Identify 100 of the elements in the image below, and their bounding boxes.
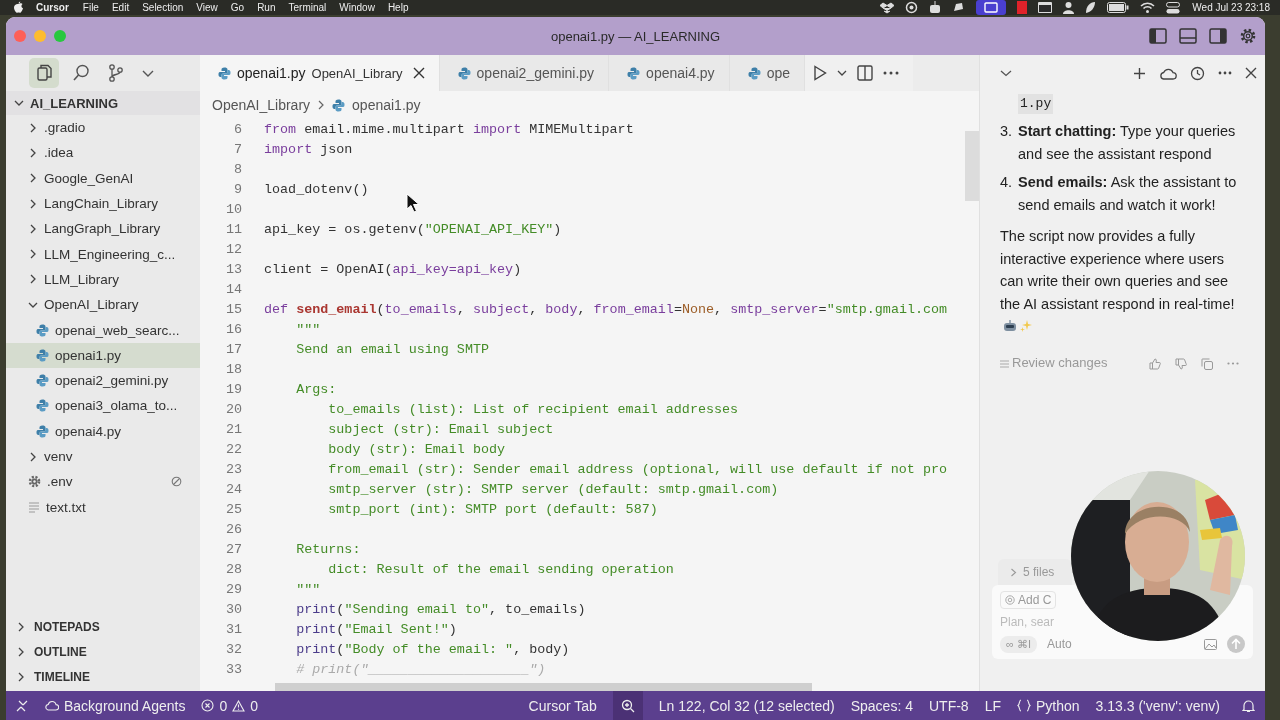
sidebar-section[interactable]: TIMELINE [6, 664, 200, 689]
file-tree-item[interactable]: .env [6, 469, 200, 495]
menu-item[interactable]: Edit [111, 2, 130, 13]
close-icon[interactable] [412, 67, 425, 79]
close-icon[interactable] [1245, 67, 1257, 79]
file-tree-item[interactable]: openai3_olama_to... [6, 393, 200, 419]
breadcrumb-item[interactable]: OpenAI_Library [212, 97, 311, 113]
horizontal-scrollbar-thumb[interactable] [275, 683, 812, 691]
file-tree-label: LangChain_Library [44, 196, 159, 212]
search-icon[interactable] [71, 63, 91, 83]
robot-icon[interactable] [929, 1, 942, 14]
menu-item[interactable]: Selection [142, 2, 184, 13]
status-bar-item[interactable]: LF [984, 697, 1001, 714]
control-center-icon[interactable] [1166, 1, 1181, 14]
file-tree-label: openai3_olama_to... [55, 398, 178, 414]
leaf-icon[interactable] [1085, 1, 1097, 14]
screen-share-icon[interactable] [976, 0, 1007, 15]
window-icon[interactable] [1038, 2, 1053, 13]
window-title: openai1.py — AI_LEARNING [550, 28, 721, 44]
settings-icon[interactable] [1239, 27, 1257, 45]
wifi-icon[interactable] [1140, 2, 1156, 13]
sidebar-section[interactable]: OUTLINE [6, 639, 200, 664]
split-editor-icon[interactable] [857, 65, 873, 81]
prompt-field[interactable]: Plan, sear [1000, 613, 1070, 631]
code-line: smtp_port (int): SMTP port (default: 587) [327, 501, 658, 517]
file-tree-item[interactable]: .idea [6, 140, 200, 166]
history-icon[interactable] [1190, 65, 1205, 81]
menu-item[interactable]: Run [257, 2, 276, 13]
editor-tab[interactable]: openai1.py OpenAI_Library [200, 55, 440, 91]
line-number: 14 [224, 281, 242, 297]
explorer-icon[interactable] [29, 58, 59, 88]
line-number: 11 [224, 221, 242, 237]
menu-item[interactable]: Help [387, 2, 409, 13]
file-tree-item[interactable]: LLM_Engineering_c... [6, 241, 200, 267]
menu-bar-clock[interactable]: Wed Jul 23 23:18 [1192, 2, 1270, 13]
file-tree-item[interactable]: openai4.py [6, 418, 200, 444]
file-tree-item[interactable]: openai_web_searc... [6, 317, 200, 343]
problems-button[interactable]: 0 0 [201, 697, 258, 714]
toggle-secondary-sidebar-icon[interactable] [1209, 28, 1227, 44]
status-bar-item[interactable]: Ln 122, Col 32 (12 selected) [658, 697, 835, 714]
list-item-text: Send emails: Ask the assistant to send emails and watch it work! [1018, 173, 1238, 216]
menu-item[interactable]: View [196, 2, 218, 13]
thumbs-down-icon[interactable] [1175, 357, 1187, 370]
plus-icon[interactable] [1133, 66, 1146, 80]
menu-item[interactable]: File [82, 2, 99, 13]
menu-app-name[interactable]: Cursor [36, 2, 69, 13]
box-icon[interactable] [880, 1, 895, 14]
tab-label: openai1.py [237, 65, 306, 81]
cloud-icon[interactable] [1159, 66, 1177, 80]
run-icon[interactable] [813, 65, 827, 81]
code-line: to_emails (list): List of recipient email addresses [327, 401, 739, 417]
record-icon[interactable] [1017, 1, 1028, 14]
scrollbar-thumb[interactable] [965, 131, 979, 201]
file-tree-item[interactable]: text.txt [6, 494, 200, 520]
menu-item[interactable]: Go [230, 2, 245, 13]
file-tree-item[interactable]: LangGraph_Library [6, 216, 200, 242]
file-tree-item[interactable]: Google_GenAI [6, 165, 200, 191]
chevron-down-icon[interactable] [141, 68, 155, 78]
file-tree-item[interactable]: openai1.py [6, 342, 200, 368]
file-tree-item[interactable]: OpenAI_Library [6, 292, 200, 318]
user-icon[interactable] [1063, 1, 1075, 14]
python-icon [332, 98, 346, 112]
file-tree-item[interactable]: .gradio [6, 115, 200, 141]
status-bar-item[interactable]: 3.13.3 ('venv': venv) [1095, 697, 1220, 714]
code-line: # print("____________________") [295, 661, 546, 677]
thumbs-up-icon[interactable] [1149, 357, 1161, 370]
apple-icon[interactable] [13, 1, 24, 14]
line-number: 18 [224, 361, 242, 377]
battery-icon[interactable] [1107, 2, 1130, 13]
file-tree-label: openai2_gemini.py [55, 373, 169, 389]
zoom-button[interactable] [612, 691, 643, 720]
image-icon[interactable] [1204, 638, 1217, 650]
file-tree-item[interactable]: venv [6, 443, 200, 470]
line-number: 19 [224, 381, 242, 397]
error-icon [201, 699, 215, 712]
more-icon[interactable] [1218, 71, 1232, 75]
status-bar-item[interactable]: Spaces: 4 [850, 697, 913, 714]
menu-item[interactable]: Window [339, 2, 375, 13]
source-control-icon[interactable] [107, 63, 125, 83]
more-icon[interactable] [883, 71, 899, 75]
file-tree-item[interactable]: openai2_gemini.py [6, 367, 200, 394]
chevron-icon [16, 621, 26, 632]
file-tree-item[interactable]: LangChain_Library [6, 190, 200, 217]
status-bar-item[interactable]: Cursor Tab [528, 697, 597, 714]
remote-icon[interactable] [16, 699, 28, 712]
toggle-panel-icon[interactable] [1179, 28, 1197, 44]
chevron-down-icon[interactable] [837, 69, 847, 77]
inline-code: 1.py [1018, 94, 1054, 114]
toggle-sidebar-icon[interactable] [1149, 28, 1167, 44]
status-bar-item[interactable]: UTF-8 [928, 697, 969, 714]
sidebar-section[interactable]: NOTEPADS [6, 614, 200, 639]
breadcrumb-item[interactable]: openai1.py [352, 97, 421, 113]
python-icon [36, 348, 49, 362]
line-number: 15 [224, 301, 242, 317]
file-tree-item[interactable]: LLM_Library [6, 266, 200, 293]
background-agents-button[interactable]: Background Agents [44, 697, 186, 714]
menu-item[interactable]: Terminal [288, 2, 327, 13]
chevron-down-icon[interactable] [1000, 69, 1012, 77]
language-mode-button[interactable]: Python [1017, 697, 1080, 714]
explorer-root[interactable]: AI_LEARNING [6, 91, 200, 115]
